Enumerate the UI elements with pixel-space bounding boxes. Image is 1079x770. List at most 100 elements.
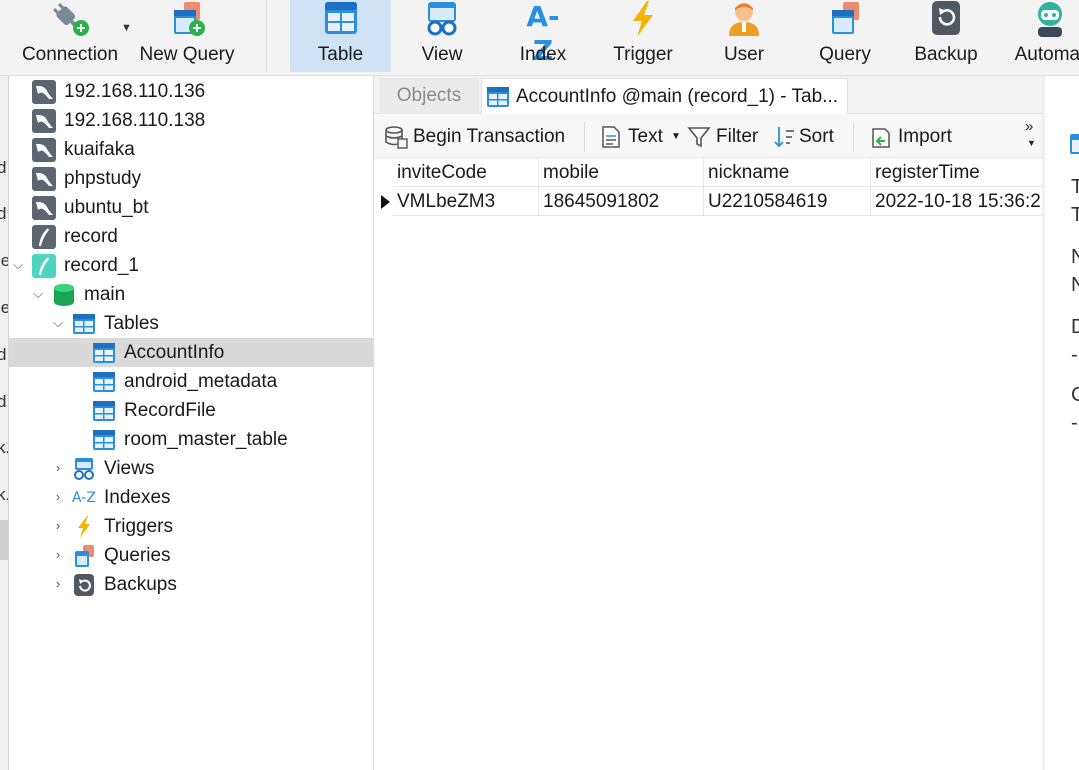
backup-button[interactable]: Backup [896,0,996,72]
new-query-label: New Query [139,44,235,65]
chevron-down-icon[interactable]: ⌵ [31,287,45,301]
column-header[interactable]: mobile [539,158,704,187]
tree-item-queries-folder[interactable]: › Queries [9,541,373,570]
index-button[interactable]: A-Z Index [493,0,593,72]
grid-cell[interactable]: 18645091802 [539,187,704,216]
tree-item-connection[interactable]: 192.168.110.136 [9,77,373,106]
grid-cell[interactable]: VMLbeZM3 [393,187,539,216]
tree-item-connection-open[interactable]: ⌵ record_1 [9,251,373,280]
toolbar-separator [853,122,854,152]
tab-accountinfo[interactable]: AccountInfo @main (record_1) - Tab... [481,78,848,114]
info-value: N [1071,274,1079,297]
grid-cell[interactable]: U2210584619 [704,187,871,216]
tree-item-table[interactable]: RecordFile [9,396,373,425]
filter-icon [687,127,711,148]
table-button[interactable]: Table [290,0,391,72]
new-query-button[interactable]: New Query [135,0,239,72]
sort-icon [774,127,794,148]
sort-button[interactable]: Sort [772,123,842,151]
backup-label: Backup [914,44,978,65]
filter-button[interactable]: Filter [687,123,767,151]
mysql-connection-icon [32,80,56,104]
tree-item-backups-folder[interactable]: › Backups [9,570,373,599]
plug-icon [53,3,89,36]
edge-text: k. [0,485,8,505]
tree-item-table[interactable]: room_master_table [9,425,373,454]
tree-item-tables-folder[interactable]: ⌵ Tables [9,309,373,338]
tree-item-database[interactable]: ⌵ main [9,280,373,309]
table-icon [1070,134,1079,154]
views-icon [74,458,94,480]
main-toolbar: Connection ▼ New Query Table View A-Z In… [0,0,1079,76]
column-header[interactable]: registerTime [871,158,1042,187]
tree-item-label: Triggers [104,516,173,537]
chevron-down-icon[interactable]: ▼ [1027,138,1036,148]
tree-item-connection[interactable]: phpstudy [9,164,373,193]
chevron-down-icon[interactable]: ⌵ [11,258,25,272]
query-button[interactable]: Query [795,0,895,72]
chevron-right-icon[interactable]: › [51,461,65,475]
view-icon [427,2,457,36]
table-row[interactable]: VMLbeZM3 18645091802 U2210584619 2022-10… [377,187,1042,216]
automation-button[interactable]: Automat [1000,0,1079,72]
indexes-icon: A-Z [72,490,96,506]
backups-icon [74,574,94,596]
trigger-button[interactable]: Trigger [593,0,693,72]
column-header[interactable]: nickname [704,158,871,187]
tree-item-connection[interactable]: 192.168.110.138 [9,106,373,135]
tree-item-label: room_master_table [124,429,288,450]
tree-item-label: RecordFile [124,400,216,421]
connection-button[interactable]: Connection [10,0,130,72]
text-button[interactable]: Text ▼ [599,123,681,151]
grid-cell[interactable]: 2022-10-18 15:36:2 [871,187,1042,216]
chevron-right-icon[interactable]: › [51,548,65,562]
import-button[interactable]: Import [869,123,969,151]
edge-text: d [0,392,6,412]
tree-item-connection[interactable]: kuaifaka [9,135,373,164]
connection-dropdown-icon[interactable]: ▼ [121,22,132,34]
database-transaction-icon [385,126,408,149]
mysql-connection-icon [32,196,56,220]
table-icon [93,343,115,363]
new-query-icon [174,2,205,36]
view-label: View [421,44,463,65]
info-label: T [1071,176,1079,199]
column-header[interactable]: inviteCode [393,158,539,187]
table-toolbar: Begin Transaction Text ▼ Filter Sort Imp… [374,114,1042,158]
chevron-right-icon[interactable]: › [51,490,65,504]
table-icon [93,372,115,392]
document-text-icon [602,126,620,148]
tree-item-label: record [64,226,118,247]
chevron-down-icon[interactable]: ▼ [671,123,681,151]
more-tools-button[interactable]: » [1025,118,1033,135]
tree-item-indexes-folder[interactable]: › A-Z Indexes [9,483,373,512]
tree-item-connection[interactable]: ubuntu_bt [9,193,373,222]
tree-item-label: Tables [104,313,159,334]
tree-item-table[interactable]: android_metadata [9,367,373,396]
begin-transaction-label: Begin Transaction [413,126,566,147]
tree-item-table-selected[interactable]: AccountInfo [9,338,373,367]
robot-icon [1038,2,1062,37]
chevron-right-icon[interactable]: › [51,519,65,533]
connection-label: Connection [21,44,119,65]
trigger-label: Trigger [613,44,673,65]
tree-item-triggers-folder[interactable]: › Triggers [9,512,373,541]
tree-item-connection[interactable]: record [9,222,373,251]
user-button[interactable]: User [694,0,794,72]
tree-item-label: ubuntu_bt [64,197,149,218]
tree-item-views-folder[interactable]: › Views [9,454,373,483]
index-icon: A-Z [526,0,560,67]
begin-transaction-button[interactable]: Begin Transaction [384,123,572,151]
chevron-down-icon[interactable]: ⌵ [51,316,65,330]
chevron-right-icon[interactable]: › [51,577,65,591]
view-button[interactable]: View [392,0,492,72]
mysql-connection-icon [32,138,56,162]
tree-item-label: android_metadata [124,371,278,392]
info-label: N [1071,246,1079,269]
table-label: Table [317,44,364,65]
table-icon [324,2,357,34]
tab-objects[interactable]: Objects [379,78,479,114]
current-row-indicator-icon [381,195,390,209]
info-value: - [1071,344,1078,366]
tree-item-label: phpstudy [64,168,142,189]
